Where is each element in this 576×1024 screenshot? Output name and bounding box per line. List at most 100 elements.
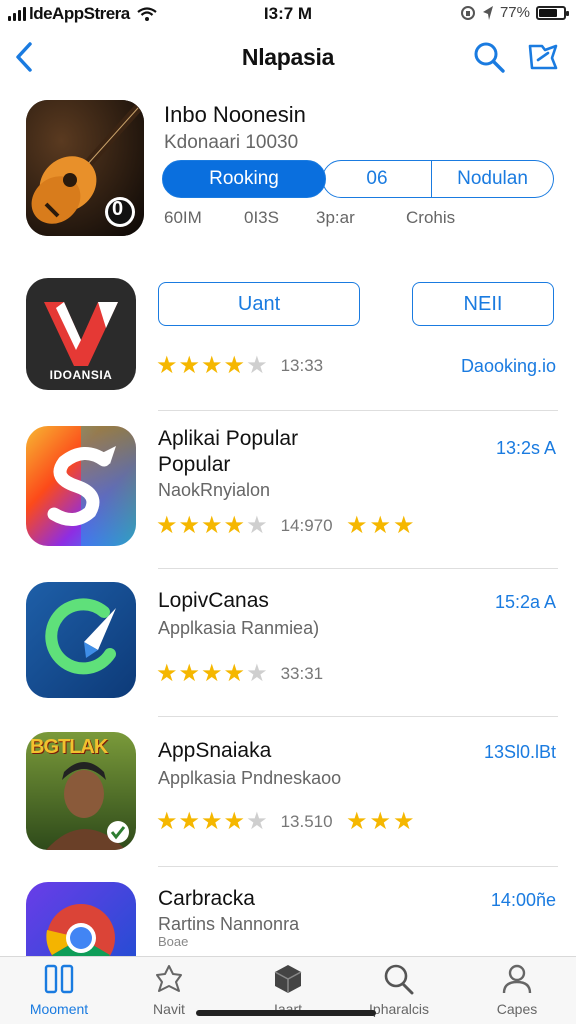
app-subtitle-2: Boae	[158, 934, 189, 949]
star-icon: ★	[201, 352, 223, 379]
search-icon[interactable]	[472, 40, 506, 74]
tab-ipharalcis[interactable]: Ipharalcis	[354, 963, 444, 1017]
segment-nodulan[interactable]: Nodulan	[432, 160, 554, 198]
extra-stars: ★ ★ ★	[346, 514, 415, 538]
app-subtitle: Applkasia Pndneskaoo	[158, 768, 342, 788]
list-item[interactable]: BGTLAK AppSnaiaka Applkasia Pndneskaoo ★…	[0, 732, 576, 862]
list-item[interactable]: IDOANSIA Uant NEII ★ ★ ★ ★ ★ 13:33 Daooking.…	[0, 278, 576, 408]
divider	[158, 866, 558, 867]
tab-mooment[interactable]: Mooment	[14, 963, 104, 1017]
list-item[interactable]: Carbracka Rartins Nannonra Boae 14:00ñe	[0, 882, 576, 992]
game-app-icon[interactable]: BGTLAK	[26, 732, 136, 850]
app-title: AppSnaiaka	[158, 739, 272, 762]
games-icon	[156, 965, 182, 992]
app-title: LopivCanas	[158, 589, 269, 612]
location-icon	[482, 5, 493, 20]
stat-1: 60IM	[164, 208, 202, 227]
status-bar: ldeAppStrera I3:7 M 77%	[0, 0, 576, 30]
segment-rooking[interactable]: Rooking	[162, 160, 326, 198]
stat-2: 0I3S	[244, 208, 279, 227]
app-subtitle: NaokRnyialon	[158, 480, 271, 500]
rating-value: 33:31	[280, 664, 324, 683]
featured-stats: 60IM 0I3S 3p:ar Crohis	[164, 208, 554, 228]
guitar-app-icon[interactable]: 0	[26, 100, 144, 236]
divider	[158, 410, 558, 411]
featured-app[interactable]: 0 Inbo Noonesin Kdonaari 10030 Rooking 0…	[0, 100, 576, 250]
row-right-link[interactable]: 14:00ñe	[491, 890, 556, 911]
tab-navit[interactable]: Navit	[124, 963, 214, 1017]
star-icon: ★	[369, 512, 392, 539]
star-empty-icon: ★	[246, 352, 268, 379]
rating-value: 14:970	[280, 516, 333, 535]
app-subtitle: Applkasia Ranmiea)	[158, 618, 320, 638]
star-icon: ★	[223, 808, 246, 835]
star-icon: ★	[156, 512, 178, 539]
divider	[158, 568, 558, 569]
arrow-app-icon[interactable]	[26, 582, 136, 698]
app-title: Aplikai Popular	[158, 427, 299, 450]
battery-icon	[536, 5, 569, 20]
star-rating: ★ ★ ★ ★ ★ 13:33	[156, 354, 323, 378]
home-indicator[interactable]	[196, 1010, 376, 1016]
extra-stars: ★ ★ ★	[346, 810, 415, 834]
star-icon: ★	[156, 660, 178, 687]
tab-label: Capes	[496, 1001, 538, 1017]
star-icon: ★	[223, 352, 246, 379]
divider	[158, 716, 558, 717]
star-icon: ★	[178, 808, 201, 835]
star-icon: ★	[369, 808, 392, 835]
icon-label: BGTLAK	[30, 736, 108, 758]
battery-fill	[539, 8, 557, 17]
row-right-link[interactable]: 15:2a A	[495, 592, 556, 613]
featured-app-subtitle: Kdonaari 10030	[164, 132, 299, 153]
apps-icon	[44, 964, 74, 994]
row-right-link[interactable]: 13:2s A	[496, 438, 556, 459]
app-title-line2: Popular	[158, 453, 231, 476]
star-icon: ★	[393, 512, 415, 539]
star-icon: ★	[178, 512, 201, 539]
indonesia-app-icon[interactable]: IDOANSIA	[26, 278, 136, 390]
icon-label: IDOANSIA	[49, 368, 113, 382]
star-rating: ★ ★ ★ ★ ★ 13.510	[156, 810, 333, 834]
star-icon: ★	[201, 808, 223, 835]
battery-percent: 77%	[499, 4, 530, 21]
lock-rotation-icon	[460, 5, 475, 20]
star-icon: ★	[223, 512, 246, 539]
star-icon: ★	[156, 808, 178, 835]
navigation-bar: Nlapasia	[0, 30, 576, 84]
icon-badge: 0	[112, 198, 124, 220]
profile-icon	[502, 964, 532, 994]
arcade-icon	[274, 965, 302, 993]
status-right: 77%	[460, 4, 569, 21]
rating-value: 13:33	[280, 356, 324, 375]
tab-iaart[interactable]: Iaart	[243, 963, 333, 1017]
row-right-link[interactable]: Daooking.io	[461, 356, 556, 377]
star-icon: ★	[346, 808, 368, 835]
rating-value: 13.510	[280, 812, 333, 831]
featured-app-name: Inbo Noonesin	[164, 102, 306, 127]
tab-capes[interactable]: Capes	[472, 963, 562, 1017]
stat-3: 3p:ar	[316, 208, 355, 227]
app-subtitle: Rartins Nannonra	[158, 914, 300, 934]
star-icon: ★	[393, 808, 415, 835]
app-title: Carbracka	[158, 887, 255, 910]
star-icon: ★	[156, 352, 178, 379]
new-button[interactable]: NEII	[412, 282, 554, 326]
star-empty-icon: ★	[246, 808, 268, 835]
list-item[interactable]: Aplikai Popular Popular NaokRnyialon ★ ★ ★…	[0, 426, 576, 566]
star-icon: ★	[346, 512, 368, 539]
star-empty-icon: ★	[246, 660, 268, 687]
tab-label: Mooment	[29, 1001, 89, 1017]
share-icon[interactable]	[526, 40, 560, 74]
row-right-link[interactable]: 13Sl0.lBt	[484, 742, 556, 763]
star-icon: ★	[178, 660, 201, 687]
get-button[interactable]: Uant	[158, 282, 360, 326]
s-app-icon[interactable]	[26, 426, 136, 546]
stat-4: Crohis	[406, 208, 456, 227]
star-icon: ★	[201, 512, 223, 539]
star-empty-icon: ★	[246, 512, 268, 539]
list-item[interactable]: LopivCanas Applkasia Ranmiea) ★ ★ ★ ★ ★ 33:3…	[0, 582, 576, 712]
star-rating: ★ ★ ★ ★ ★ 33:31	[156, 662, 323, 686]
search-icon	[384, 964, 414, 995]
segment-06[interactable]: 06	[322, 160, 432, 198]
